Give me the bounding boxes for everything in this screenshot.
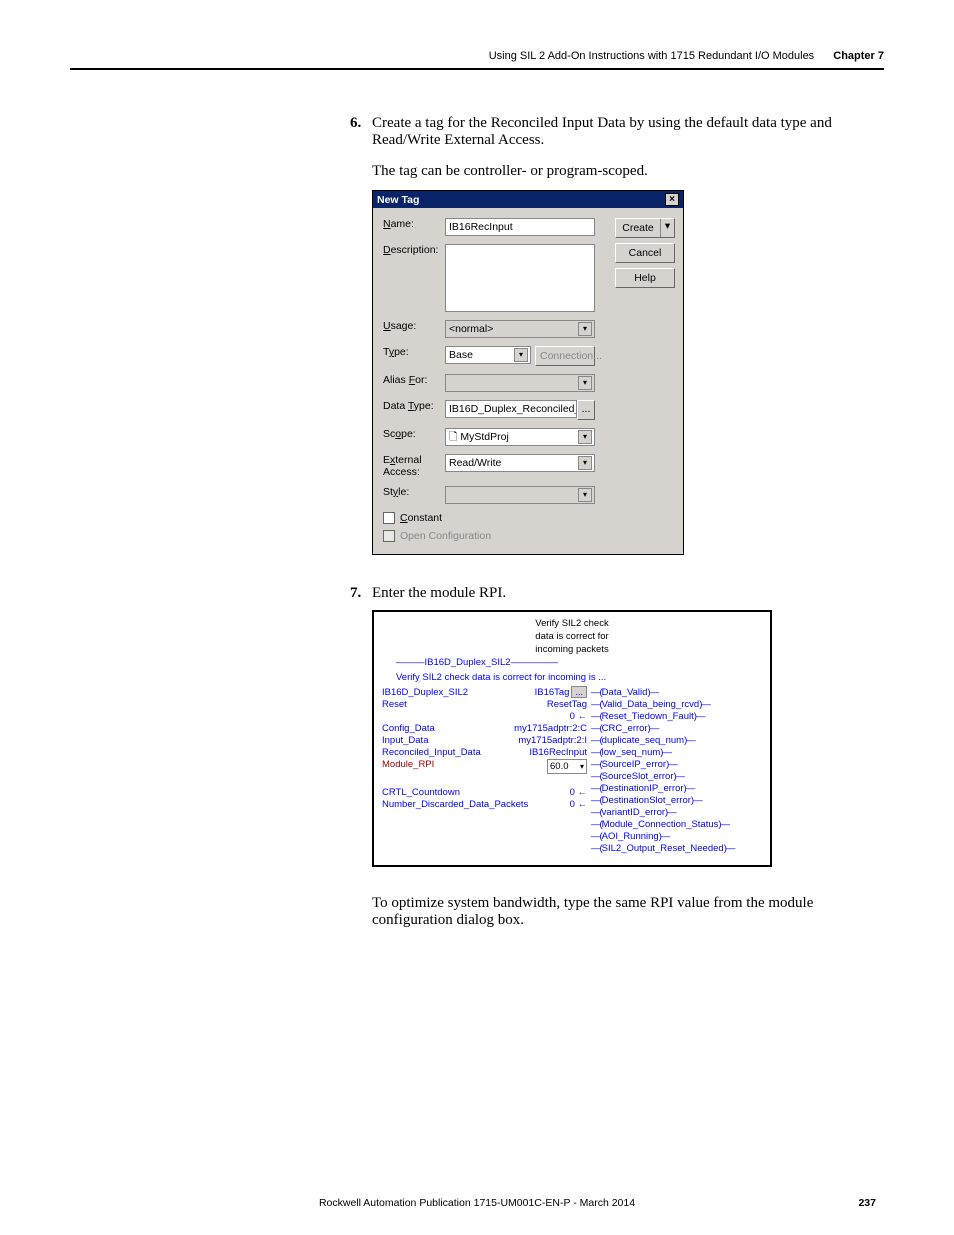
name-label: Name: — [383, 218, 445, 230]
block-title-1: Verify SIL2 check — [382, 618, 762, 629]
external-field[interactable]: Read/Write▾ — [445, 454, 595, 472]
openconfig-label: Open Configuration — [400, 530, 491, 542]
usage-field: <normal>▾ — [445, 320, 595, 338]
output-pin: —(SIL2_Output_Reset_Needed)— — [591, 843, 762, 854]
chevron-down-icon: ▾ — [578, 488, 592, 502]
constant-label: Constant — [400, 512, 442, 524]
close-icon[interactable]: × — [665, 193, 679, 206]
output-pin: —(Reset_Tiedown_Fault)— — [591, 711, 762, 722]
output-pin: —(Valid_Data_being_rcvd)— — [591, 699, 762, 710]
output-pin: —(DestinationIP_error)— — [591, 783, 762, 794]
type-label: Type: — [383, 346, 445, 358]
step-number: 6. — [350, 115, 372, 149]
page-header: Using SIL 2 Add-On Instructions with 171… — [70, 50, 884, 70]
closing-text: To optimize system bandwidth, type the s… — [372, 895, 884, 929]
openconfig-checkbox — [383, 530, 395, 542]
output-pin: —(SourceIP_error)— — [591, 759, 762, 770]
step-7: 7. Enter the module RPI. — [350, 585, 884, 602]
create-button[interactable]: Create▾ — [615, 218, 675, 238]
help-button[interactable]: Help — [615, 268, 675, 288]
datatype-field[interactable]: IB16D_Duplex_Reconciled_Inpu — [445, 400, 577, 418]
browse-button[interactable]: ... — [571, 686, 587, 698]
step-6: 6. Create a tag for the Reconciled Input… — [350, 115, 884, 149]
constant-checkbox[interactable] — [383, 512, 395, 524]
block-title-2: data is correct for — [382, 631, 762, 642]
output-pin: —(AOI_Running)— — [591, 831, 762, 842]
step-6-sub: The tag can be controller- or program-sc… — [372, 163, 884, 180]
chevron-down-icon: ▾ — [578, 376, 592, 390]
cancel-button[interactable]: Cancel — [615, 243, 675, 263]
new-tag-dialog: New Tag × Name: IB16RecInput Description… — [372, 190, 684, 555]
description-label: Description: — [383, 244, 445, 256]
chapter-label: Chapter 7 — [833, 50, 884, 62]
page-footer: Rockwell Automation Publication 1715-UM0… — [0, 1197, 954, 1209]
function-block: Verify SIL2 check data is correct for in… — [372, 610, 772, 867]
fieldset-label: ———IB16D_Duplex_SIL2————— — [396, 657, 762, 668]
connection-button: Connection... — [535, 346, 595, 366]
scope-field[interactable]: 🗋 MyStdProj▾ — [445, 428, 595, 446]
chevron-down-icon[interactable]: ▾ — [578, 430, 592, 444]
publication-text: Rockwell Automation Publication 1715-UM0… — [319, 1197, 635, 1209]
datatype-browse-button[interactable]: ... — [577, 400, 595, 420]
output-pin: —(CRC_error)— — [591, 723, 762, 734]
chevron-down-icon[interactable]: ▾ — [514, 348, 528, 362]
step-number: 7. — [350, 585, 372, 602]
verify-text: Verify SIL2 check data is correct for in… — [396, 672, 762, 683]
output-pin: —(Module_Connection_Status)— — [591, 819, 762, 830]
output-pin: —(Data_Valid)— — [591, 687, 762, 698]
aliasfor-field: ▾ — [445, 374, 595, 392]
datatype-label: Data Type: — [383, 400, 445, 412]
step-text: Enter the module RPI. — [372, 585, 884, 602]
header-title: Using SIL 2 Add-On Instructions with 171… — [489, 50, 815, 62]
chevron-down-icon[interactable]: ▾ — [660, 219, 674, 237]
style-label: Style: — [383, 486, 445, 498]
params-left: IB16D_Duplex_SIL2IB16Tag... ResetResetTa… — [382, 687, 587, 855]
style-field: ▾ — [445, 486, 595, 504]
block-title-3: incoming packets — [382, 644, 762, 655]
description-field[interactable] — [445, 244, 595, 312]
step-text: Create a tag for the Reconciled Input Da… — [372, 115, 884, 149]
page-number: 237 — [858, 1197, 876, 1209]
usage-label: Usage: — [383, 320, 445, 332]
type-field[interactable]: Base▾ — [445, 346, 531, 364]
output-pin: —(low_seq_num)— — [591, 747, 762, 758]
scope-label: Scope: — [383, 428, 445, 440]
dialog-title: New Tag — [377, 194, 419, 206]
params-right: —(Data_Valid)——(Valid_Data_being_rcvd)——… — [587, 687, 762, 855]
chevron-down-icon: ▾ — [578, 322, 592, 336]
module-rpi-input[interactable]: 60.0▾ — [547, 759, 587, 774]
output-pin: —(variantID_error)— — [591, 807, 762, 818]
output-pin: —(SourceSlot_error)— — [591, 771, 762, 782]
output-pin: —(duplicate_seq_num)— — [591, 735, 762, 746]
chevron-down-icon[interactable]: ▾ — [580, 762, 584, 771]
output-pin: —(DestinationSlot_error)— — [591, 795, 762, 806]
name-field[interactable]: IB16RecInput — [445, 218, 595, 236]
external-label: External Access: — [383, 454, 445, 478]
chevron-down-icon[interactable]: ▾ — [578, 456, 592, 470]
dialog-titlebar: New Tag × — [373, 191, 683, 208]
aliasfor-label: Alias For: — [383, 374, 445, 386]
